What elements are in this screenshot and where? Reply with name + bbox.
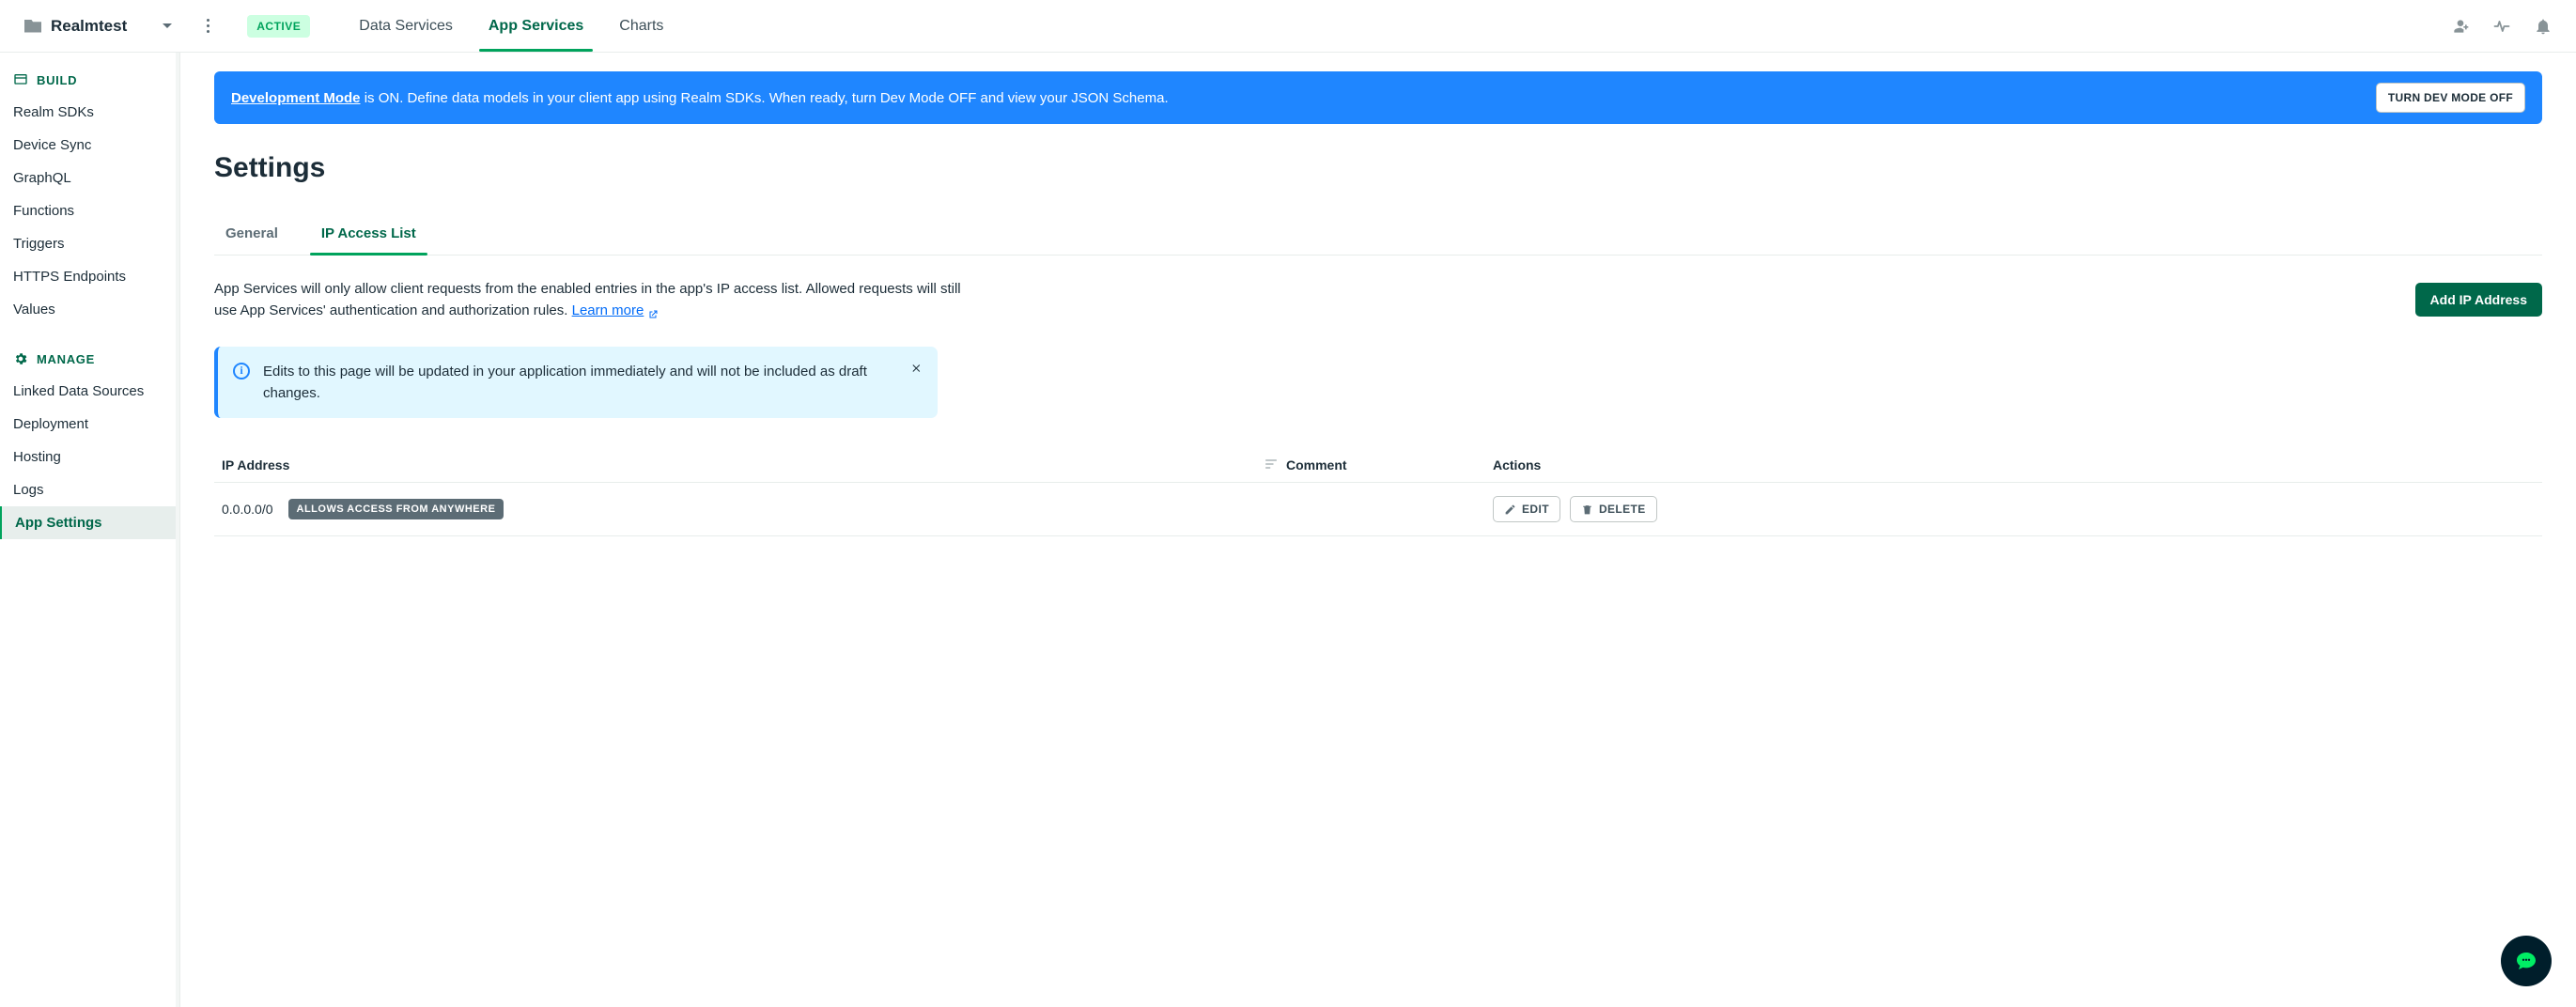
close-icon: [911, 363, 923, 374]
allows-anywhere-badge: ALLOWS ACCESS FROM ANYWHERE: [288, 499, 504, 519]
info-callout: Edits to this page will be updated in yo…: [214, 347, 938, 419]
sidebar-item-linked-data-sources[interactable]: Linked Data Sources: [0, 375, 179, 408]
dev-mode-text: is ON. Define data models in your client…: [361, 90, 1169, 106]
project-menu-button[interactable]: [194, 13, 221, 39]
chevron-down-icon: [163, 23, 172, 28]
external-link-icon: [647, 305, 659, 317]
delete-ip-button[interactable]: DELETE: [1570, 496, 1657, 522]
table-row: 0.0.0.0/0 ALLOWS ACCESS FROM ANYWHERE ED…: [214, 483, 2542, 536]
invite-user-icon[interactable]: [2444, 10, 2476, 42]
folder-icon: [24, 20, 41, 33]
sidebar-header-label: MANAGE: [37, 352, 95, 366]
pencil-icon: [1504, 504, 1516, 516]
sidebar-item-app-settings[interactable]: App Settings: [0, 506, 179, 539]
nav-tab-charts[interactable]: Charts: [615, 2, 667, 51]
nav-tab-data-services[interactable]: Data Services: [355, 2, 457, 51]
subtab-general[interactable]: General: [214, 216, 289, 255]
info-icon: [233, 363, 250, 380]
sidebar-item-realm-sdks[interactable]: Realm SDKs: [0, 96, 179, 129]
close-callout-button[interactable]: [908, 358, 926, 381]
gear-icon: [13, 351, 28, 366]
table-header-row: IP Address Comment Actions: [214, 448, 2542, 483]
layout-icon: [13, 72, 28, 87]
ip-access-table: IP Address Comment Actions 0.0.0.0/0 ALL…: [214, 448, 2542, 536]
page-title: Settings: [214, 152, 2542, 184]
chat-icon: [2515, 950, 2537, 972]
sidebar-item-device-sync[interactable]: Device Sync: [0, 129, 179, 162]
sidebar-item-graphql[interactable]: GraphQL: [0, 162, 179, 194]
sort-icon[interactable]: [1264, 457, 1286, 473]
sidebar: BUILD Realm SDKs Device Sync GraphQL Fun…: [0, 53, 180, 1007]
sidebar-item-logs[interactable]: Logs: [0, 473, 179, 506]
chat-widget-button[interactable]: [2501, 936, 2552, 986]
sidebar-item-deployment[interactable]: Deployment: [0, 408, 179, 441]
trash-icon: [1581, 504, 1593, 516]
top-navbar: Realmtest ACTIVE Data Services App Servi…: [0, 0, 2576, 53]
add-ip-address-button[interactable]: Add IP Address: [2415, 283, 2542, 317]
status-badge: ACTIVE: [247, 15, 310, 38]
sidebar-header-build: BUILD: [0, 64, 179, 96]
ip-access-description: App Services will only allow client requ…: [214, 278, 985, 322]
sidebar-item-values[interactable]: Values: [0, 293, 179, 326]
sidebar-item-functions[interactable]: Functions: [0, 194, 179, 227]
bell-icon[interactable]: [2527, 10, 2559, 42]
col-header-ip[interactable]: IP Address: [222, 457, 1264, 473]
turn-dev-mode-off-button[interactable]: TURN DEV MODE OFF: [2376, 83, 2525, 113]
dev-mode-banner: Development Mode is ON. Define data mode…: [214, 71, 2542, 124]
col-header-comment[interactable]: Comment: [1286, 457, 1493, 473]
activity-icon[interactable]: [2486, 10, 2518, 42]
sidebar-item-hosting[interactable]: Hosting: [0, 441, 179, 473]
project-name: Realmtest: [51, 17, 127, 36]
nav-tab-app-services[interactable]: App Services: [485, 2, 587, 51]
sidebar-header-manage: MANAGE: [0, 343, 179, 375]
sidebar-header-label: BUILD: [37, 73, 77, 87]
dev-mode-link[interactable]: Development Mode: [231, 90, 361, 106]
main-content: Development Mode is ON. Define data mode…: [180, 53, 2576, 1007]
edit-ip-button[interactable]: EDIT: [1493, 496, 1560, 522]
subtab-ip-access-list[interactable]: IP Access List: [310, 216, 427, 255]
learn-more-link[interactable]: Learn more: [572, 302, 660, 318]
project-selector[interactable]: Realmtest: [17, 13, 179, 39]
col-header-actions: Actions: [1493, 457, 2535, 473]
info-callout-text: Edits to this page will be updated in yo…: [263, 361, 898, 405]
primary-nav-tabs: Data Services App Services Charts: [355, 2, 667, 51]
sidebar-item-https-endpoints[interactable]: HTTPS Endpoints: [0, 260, 179, 293]
settings-subtabs: General IP Access List: [214, 216, 2542, 256]
sidebar-item-triggers[interactable]: Triggers: [0, 227, 179, 260]
ip-address-value: 0.0.0.0/0: [222, 502, 273, 517]
